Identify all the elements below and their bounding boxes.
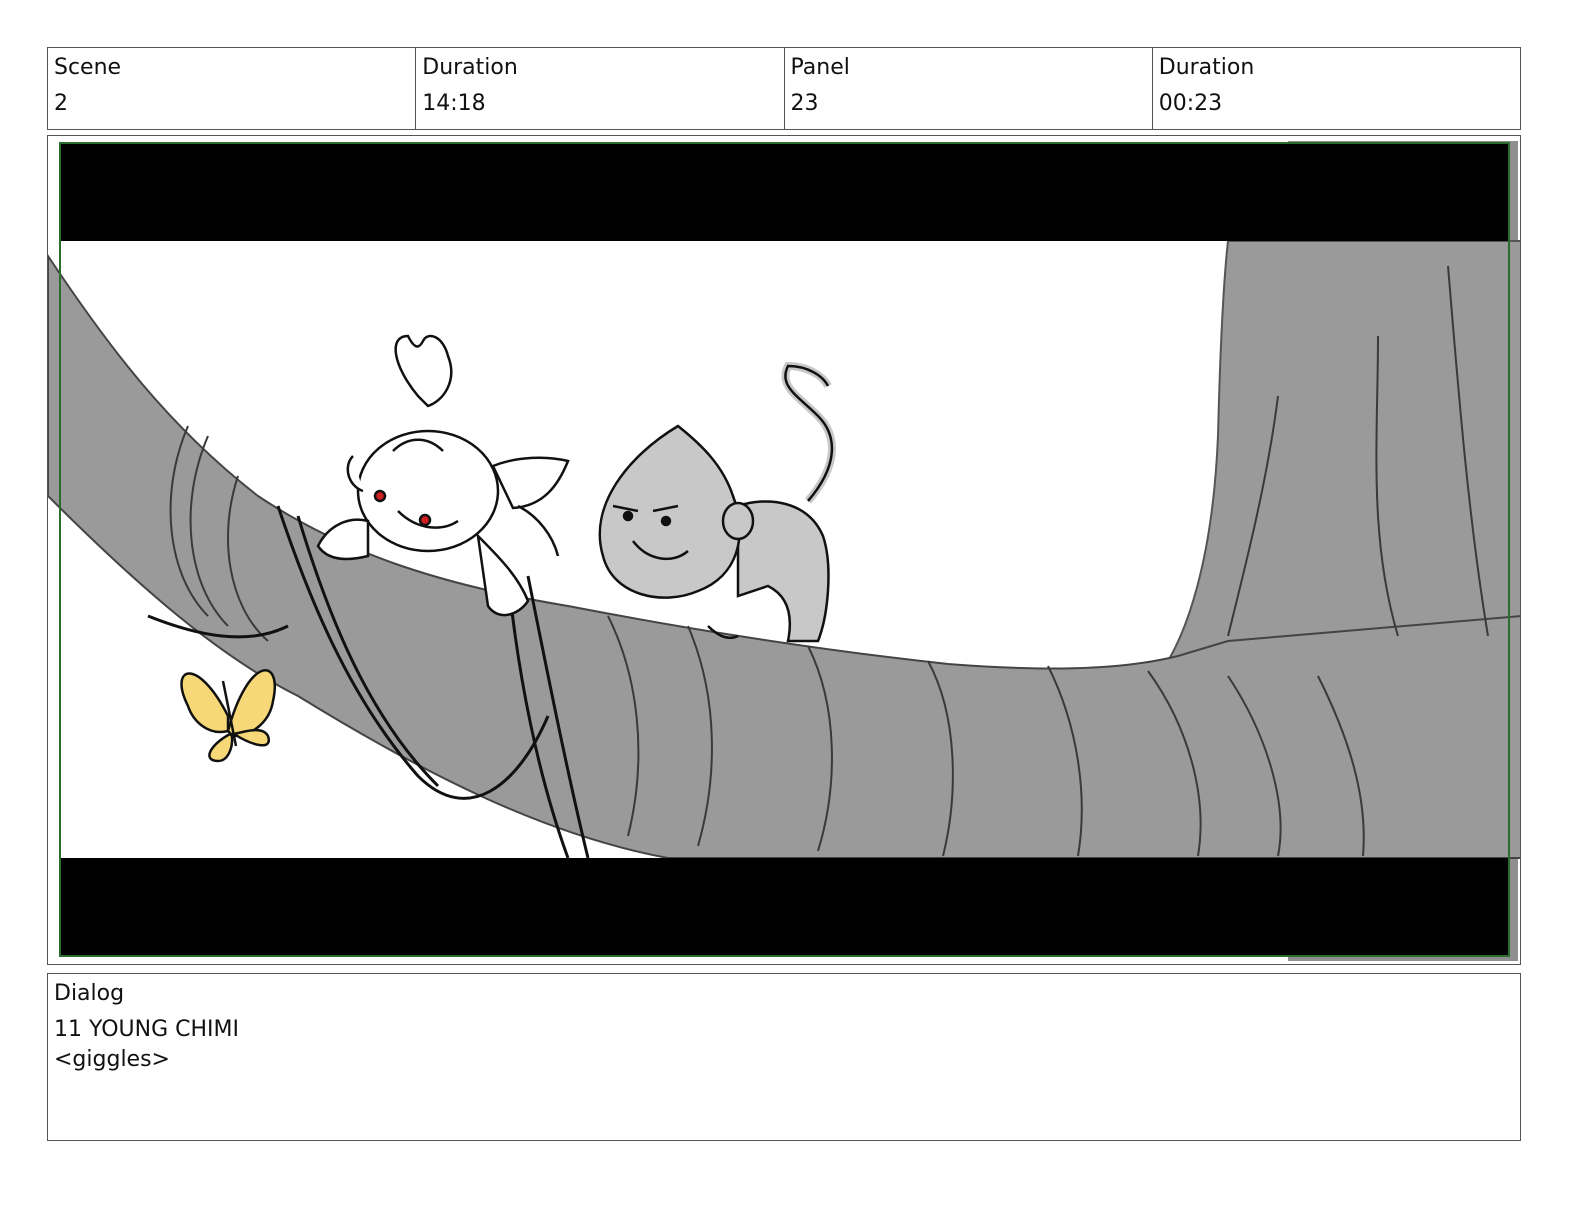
letterbox-top bbox=[60, 143, 1509, 241]
panel-info-header: Scene 2 Duration 14:18 Panel 23 Duration… bbox=[47, 47, 1521, 130]
storyboard-frame bbox=[47, 135, 1521, 965]
storyboard-sketch bbox=[48, 136, 1520, 964]
scene-duration-value: 14:18 bbox=[422, 91, 486, 116]
panel-duration-cell: Duration 00:23 bbox=[1153, 48, 1520, 129]
panel-duration-label: Duration bbox=[1158, 55, 1255, 80]
scene-value: 2 bbox=[54, 91, 68, 116]
scene-label: Scene bbox=[54, 55, 122, 80]
scene-cell: Scene 2 bbox=[48, 48, 417, 129]
panel-duration-value: 00:23 bbox=[1158, 91, 1223, 116]
dialog-action-line: <giggles> bbox=[54, 1047, 170, 1072]
panel-label: Panel bbox=[790, 55, 850, 80]
letterbox-bottom bbox=[60, 858, 1509, 956]
panel-value: 23 bbox=[790, 91, 819, 116]
dialog-box: Dialog 11 YOUNG CHIMI <giggles> bbox=[47, 973, 1521, 1141]
dialog-label: Dialog bbox=[54, 981, 125, 1006]
scene-duration-cell: Duration 14:18 bbox=[416, 48, 785, 129]
scene-duration-label: Duration bbox=[422, 55, 518, 80]
panel-cell: Panel 23 bbox=[785, 48, 1153, 129]
dialog-character-line: 11 YOUNG CHIMI bbox=[54, 1017, 240, 1042]
